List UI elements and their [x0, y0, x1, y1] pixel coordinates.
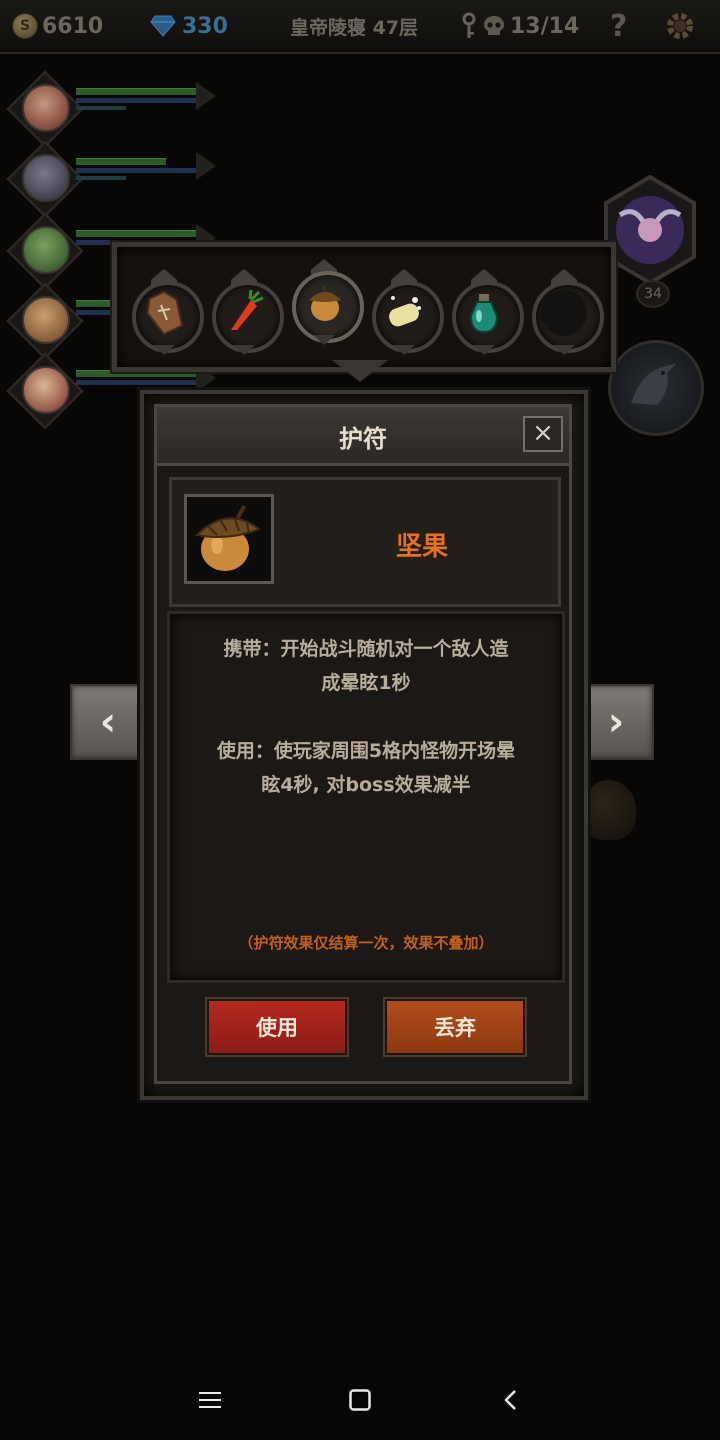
carry-effect-line-2: 成晕眩1秒 [321, 672, 411, 694]
system-navigation-bar [0, 1360, 720, 1440]
hero-mp-bar [76, 168, 196, 173]
boss-level-badge: 34 [636, 280, 670, 308]
hero-arrow [196, 82, 216, 110]
hero-portrait [22, 84, 70, 132]
use-effect-line-2: 眩4秒, 对boss效果减半 [261, 774, 471, 796]
settings-button[interactable] [664, 8, 696, 44]
next-item-button[interactable]: › [578, 684, 654, 760]
hero-hp-bar [76, 88, 196, 95]
menu-icon [199, 1392, 221, 1408]
background-pot [582, 780, 636, 840]
diamond-icon [150, 15, 176, 37]
hero-energy-bar [76, 176, 126, 180]
discard-button[interactable]: 丢弃 [385, 999, 525, 1055]
carry-effect-text: 携带：开始战斗随机对一个敌人造 成晕眩1秒 [186, 632, 546, 700]
stacking-note: （护符效果仅结算一次，效果不叠加） [238, 934, 494, 952]
hero-portrait [22, 154, 70, 202]
hero-hp-bar [76, 230, 196, 237]
empty-slot-icon [541, 290, 587, 336]
item-slot-carrot[interactable] [209, 269, 284, 355]
crow-icon [631, 363, 677, 405]
item-slot-acorn[interactable] [289, 259, 364, 345]
home-button[interactable] [340, 1380, 380, 1420]
close-button[interactable]: × [523, 416, 563, 452]
back-button[interactable] [490, 1380, 530, 1420]
hero-hp-bar [76, 158, 166, 165]
item-header: 坚果 [169, 477, 561, 607]
hero-mp-bar [76, 98, 196, 103]
hero-slot-2[interactable] [6, 140, 220, 218]
gem-counter: 330 [150, 8, 228, 44]
key-icon [462, 12, 476, 38]
amulet-dialog: 护符 × 坚果 携带：开始战斗随机对一个敌人造 成晕眩1秒 使用：使玩家周围5格… [140, 390, 588, 1100]
item-slot-soap[interactable] [369, 269, 444, 355]
previous-item-button[interactable]: ‹ [70, 684, 146, 760]
hero-portrait [22, 226, 70, 274]
home-square-icon [349, 1389, 371, 1411]
dialog-title: 护符 [339, 425, 387, 453]
item-slot-empty[interactable] [529, 269, 604, 355]
floor-label: 皇帝陵寝 47层 [290, 16, 419, 39]
item-description-box: 携带：开始战斗随机对一个敌人造 成晕眩1秒 使用：使玩家周围5格内怪物开场晕 眩… [167, 611, 565, 983]
acorn-icon [309, 286, 341, 321]
hero-portrait [22, 366, 70, 414]
carry-effect-line-1: 携带：开始战斗随机对一个敌人造 [223, 638, 509, 660]
item-slot-coffin[interactable] [129, 269, 204, 355]
help-button[interactable]: ? [610, 8, 627, 44]
gold-counter: S 6610 [12, 8, 103, 44]
hero-slot-1[interactable] [6, 70, 220, 148]
coin-icon: S [12, 13, 38, 39]
use-button[interactable]: 使用 [207, 999, 347, 1055]
kill-counter: 13/14 [460, 8, 579, 44]
dialog-title-bar: 护符 × [157, 407, 569, 466]
hero-portrait [22, 296, 70, 344]
hero-arrow [196, 152, 216, 180]
hero-energy-bar [76, 106, 126, 110]
gear-icon [667, 13, 693, 39]
item-slot-potion[interactable] [449, 269, 524, 355]
soap-icon [389, 296, 421, 327]
item-icon-frame [184, 494, 274, 584]
top-status-bar: S 6610 330 皇帝陵寝 47层 13/14 ? [0, 0, 720, 54]
gold-value: 6610 [42, 13, 104, 39]
coffin-icon [146, 290, 184, 336]
back-chevron-icon [504, 1390, 516, 1410]
use-effect-line-1: 使用：使玩家周围5格内怪物开场晕 [216, 740, 516, 762]
item-name: 坚果 [395, 532, 448, 562]
hero-mp-bar [76, 380, 196, 385]
skull-icon [484, 16, 504, 35]
acorn-icon [194, 504, 262, 571]
gem-value: 330 [182, 13, 228, 39]
amulet-strip [112, 242, 616, 372]
potion-icon [469, 294, 499, 334]
crow-avatar[interactable] [608, 340, 704, 436]
kills-value: 13/14 [510, 13, 580, 39]
menu-button[interactable] [190, 1380, 230, 1420]
use-effect-text: 使用：使玩家周围5格内怪物开场晕 眩4秒, 对boss效果减半 [186, 734, 546, 802]
dialog-panel: 护符 × 坚果 携带：开始战斗随机对一个敌人造 成晕眩1秒 使用：使玩家周围5格… [154, 404, 572, 1084]
strip-pointer [332, 360, 388, 382]
carrot-icon [231, 290, 264, 330]
